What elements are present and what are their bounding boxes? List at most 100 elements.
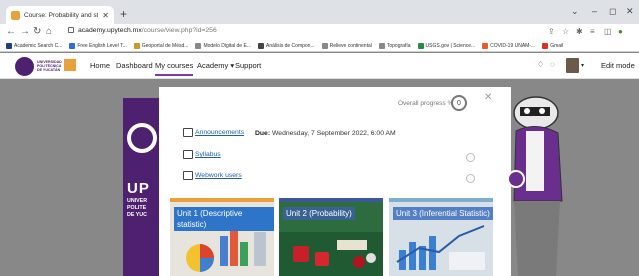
activity-syllabus[interactable]: Syllabus bbox=[183, 150, 221, 159]
bookmark-item[interactable]: Relieve continental bbox=[321, 43, 372, 49]
bookmark-label: Gmail bbox=[550, 43, 564, 49]
reload-icon[interactable]: ↻ bbox=[33, 26, 41, 37]
nav-academy[interactable]: Academy ▾ bbox=[197, 61, 234, 70]
bookmark-icon bbox=[69, 43, 76, 49]
forward-icon[interactable]: → bbox=[20, 26, 30, 37]
completion-checkbox[interactable] bbox=[466, 174, 475, 183]
bookmark-icon bbox=[257, 43, 264, 49]
new-tab-button[interactable]: + bbox=[120, 7, 127, 21]
favicon-icon bbox=[11, 10, 20, 20]
bookmark-label: Topografía bbox=[386, 43, 411, 49]
university-emblem-icon bbox=[127, 123, 157, 153]
bookmark-label: Análisis de Compon... bbox=[265, 43, 315, 49]
url-host: academy.upytech.mx bbox=[78, 27, 142, 34]
lock-icon bbox=[68, 27, 74, 33]
banner-line: UNIVER bbox=[127, 198, 148, 204]
file-icon bbox=[183, 171, 193, 180]
nav-home[interactable]: Home bbox=[90, 61, 110, 70]
due-value: Wednesday, 7 September 2022, 6:00 AM bbox=[272, 130, 396, 137]
notifications-icon[interactable]: ♢ bbox=[537, 60, 544, 69]
share-icon[interactable]: ⇪ bbox=[548, 27, 555, 36]
bookmark-label: COVID-19 UNAM-... bbox=[490, 43, 536, 49]
due-date: Due: Wednesday, 7 September 2022, 6:00 A… bbox=[255, 130, 396, 137]
nav-my-courses[interactable]: My courses bbox=[155, 61, 194, 76]
home-icon[interactable]: ⌂ bbox=[46, 26, 52, 37]
user-menu-chevron-icon[interactable]: ▾ bbox=[581, 62, 584, 69]
bookmark-icon bbox=[542, 43, 549, 49]
extension-icon[interactable]: ✱ bbox=[576, 27, 583, 36]
bookmark-item[interactable]: Free English Level T... bbox=[69, 43, 127, 49]
minimize-button[interactable]: – bbox=[592, 6, 597, 16]
bookmark-icon bbox=[482, 43, 489, 49]
unit-card[interactable]: Unit 1 (Descriptive statistic) bbox=[170, 198, 274, 276]
bookmark-item[interactable]: Análisis de Compon... bbox=[257, 43, 315, 49]
browser-tab-strip: Course: Probability and statistic ✕ + ⌄ … bbox=[0, 0, 639, 24]
bookmarks-bar: Academic Search C... Free English Level T… bbox=[0, 41, 639, 52]
overall-progress-value: 0 bbox=[451, 95, 467, 111]
bookmark-icon bbox=[195, 43, 202, 49]
close-window-button[interactable]: ✕ bbox=[626, 6, 634, 17]
back-icon[interactable]: ← bbox=[6, 26, 16, 37]
bookmark-item[interactable]: Gmail bbox=[542, 43, 563, 49]
unit-card[interactable]: Unit 2 (Probability) bbox=[279, 198, 383, 276]
bookmark-icon bbox=[133, 43, 140, 49]
unit-title: Unit 2 (Probability) bbox=[283, 207, 355, 220]
bookmark-icon bbox=[417, 43, 424, 49]
bookmark-label: Free English Level T... bbox=[77, 43, 127, 49]
banner-line: POLITE bbox=[127, 205, 147, 211]
tab-close-icon[interactable]: ✕ bbox=[102, 11, 109, 20]
file-icon bbox=[183, 150, 193, 159]
activity-link[interactable]: Webwork users bbox=[195, 172, 242, 179]
university-banner: UP UNIVER POLITE DE YUC bbox=[123, 98, 161, 276]
close-icon[interactable]: ✕ bbox=[484, 92, 492, 103]
activity-link[interactable]: Syllabus bbox=[195, 151, 221, 158]
avatar[interactable] bbox=[566, 58, 579, 73]
bookmark-item[interactable]: Academic Search C... bbox=[6, 43, 62, 49]
unit-title: Unit 1 (Descriptive statistic) bbox=[174, 207, 274, 231]
banner-title: UP bbox=[127, 180, 150, 197]
address-bar-row: ← → ↻ ⌂ academy.upytech.mx/course/view.p… bbox=[0, 24, 639, 41]
reading-list-icon[interactable]: ≡ bbox=[590, 27, 595, 36]
messages-icon[interactable]: ◌ bbox=[550, 60, 555, 69]
overall-progress-label: Overall progress % bbox=[398, 100, 454, 107]
forum-icon bbox=[183, 128, 193, 137]
bookmark-item[interactable]: COVID-19 UNAM-... bbox=[482, 43, 535, 49]
university-logo-text: UNIVERSIDAD POLITÉCNICA DE YUCATÁN bbox=[37, 60, 62, 72]
unit-title: Unit 3 (Inferential Statistic) bbox=[393, 207, 493, 220]
mascot-illustration-icon bbox=[507, 96, 563, 276]
bookmark-label: Relieve continental bbox=[329, 43, 372, 49]
sidebar-icon[interactable]: ◫ bbox=[604, 27, 612, 36]
unit-card[interactable]: Unit 3 (Inferential Statistic) bbox=[389, 198, 493, 276]
browser-tab[interactable]: Course: Probability and statistic ✕ bbox=[6, 6, 114, 24]
bookmark-icon bbox=[6, 43, 12, 49]
logo-badge-icon bbox=[64, 59, 76, 71]
edit-mode-label[interactable]: Edit mode bbox=[601, 61, 635, 70]
bookmark-item[interactable]: Geoportal de Mésd... bbox=[133, 43, 189, 49]
activity-link[interactable]: Announcements bbox=[195, 129, 244, 136]
banner-line: DE YUC bbox=[127, 212, 147, 218]
tab-search-icon[interactable]: ⌄ bbox=[571, 6, 579, 17]
bookmark-item[interactable]: Modelo Digital de E... bbox=[195, 43, 251, 49]
bookmark-star-icon[interactable]: ☆ bbox=[562, 27, 569, 36]
nav-support[interactable]: Support bbox=[235, 61, 261, 70]
bookmark-label: Academic Search C... bbox=[14, 43, 63, 49]
activity-webwork-users[interactable]: Webwork users bbox=[183, 171, 242, 180]
nav-dashboard[interactable]: Dashboard bbox=[116, 61, 153, 70]
maximize-button[interactable]: ◻ bbox=[609, 6, 616, 17]
completion-checkbox[interactable] bbox=[466, 153, 475, 162]
site-navbar: UNIVERSIDAD POLITÉCNICA DE YUCATÁN Home … bbox=[0, 53, 639, 79]
bookmark-icon bbox=[321, 43, 328, 49]
university-logo-icon[interactable] bbox=[15, 57, 34, 76]
due-label: Due: bbox=[255, 130, 271, 137]
tab-title: Course: Probability and statistic bbox=[24, 11, 99, 19]
activity-announcements[interactable]: Announcements bbox=[183, 128, 244, 137]
bookmark-icon bbox=[378, 43, 385, 49]
banner-subtitle: UNIVER POLITE DE YUC bbox=[127, 198, 147, 219]
bookmark-label: Modelo Digital de E... bbox=[203, 43, 251, 49]
url-field[interactable]: academy.upytech.mx/course/view.php?id=25… bbox=[68, 27, 217, 34]
profile-icon[interactable]: ● bbox=[618, 27, 623, 36]
bookmark-label: Geoportal de Mésd... bbox=[141, 43, 189, 49]
bookmark-label: USGS.gov | Science... bbox=[425, 43, 476, 49]
bookmark-item[interactable]: Topografía bbox=[378, 43, 411, 49]
bookmark-item[interactable]: USGS.gov | Science... bbox=[417, 43, 476, 49]
